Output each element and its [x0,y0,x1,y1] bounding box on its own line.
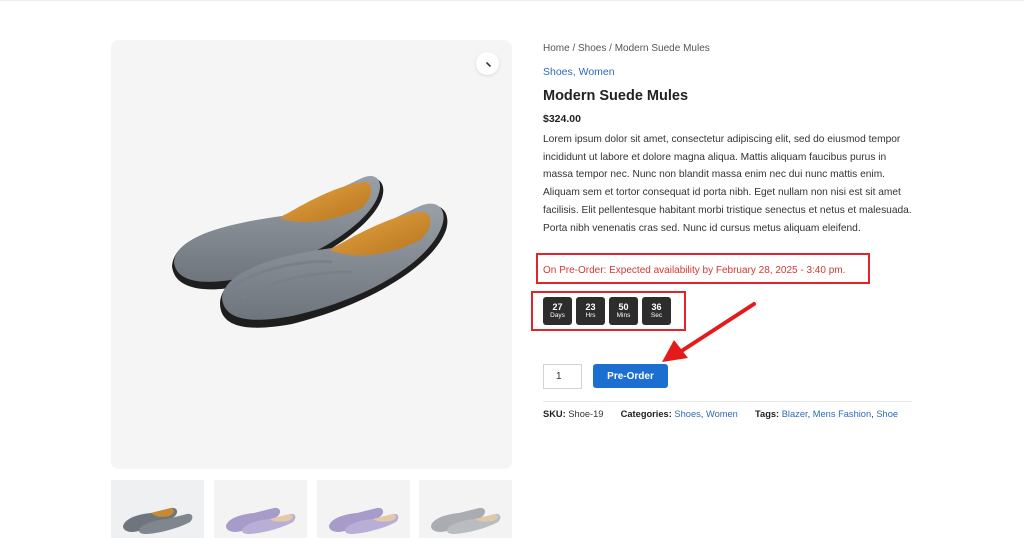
thumbnail-light-grey[interactable] [419,480,512,538]
thumbnail-strip [111,480,512,538]
thumb-shoe-lavender [226,507,296,534]
countdown-hours-label: Hrs [585,312,596,319]
meta-category-shoes[interactable]: Shoes [674,409,700,419]
breadcrumb[interactable]: Home / Shoes / Modern Suede Mules [543,43,710,54]
category-link-women[interactable]: Women [579,66,615,78]
product-title: Modern Suede Mules [543,88,689,104]
tag-mens-fashion[interactable]: Mens Fashion [813,409,871,419]
countdown-minutes-label: Mins [616,312,631,319]
countdown-hours-value: 23 [585,302,596,312]
meta-category-women[interactable]: Women [706,409,738,419]
quantity-input[interactable] [543,364,582,389]
product-description: Lorem ipsum dolor sit amet, consectetur … [543,134,912,234]
tag-shoe[interactable]: Shoe [876,409,898,419]
thumb-shoe-lavender-alt [329,507,399,534]
countdown-days-value: 27 [552,302,563,312]
sku-value: Shoe-19 [568,409,604,419]
preorder-availability-message: On Pre-Order: Expected availability by F… [543,265,846,276]
countdown-days: 27 Days [543,297,572,325]
product-meta: SKU: Shoe-19 Categories: Shoes, Women Ta… [543,409,899,419]
category-link-shoes[interactable]: Shoes [543,66,573,78]
product-image-shoes [172,176,448,328]
red-arrow-icon [662,302,756,362]
tag-blazer[interactable]: Blazer [782,409,808,419]
countdown-minutes-value: 50 [618,302,629,312]
sku-label: SKU: [543,409,566,419]
zoom-button[interactable] [476,52,499,75]
meta-divider [543,401,912,402]
magnifier-icon [485,61,491,67]
product-categories-top: Shoes, Women [543,66,615,78]
thumbnail-lavender-1[interactable] [214,480,307,538]
top-border [0,0,1024,1]
thumb-shoe-grey [123,507,193,534]
countdown-minutes: 50 Mins [609,297,638,325]
countdown-days-label: Days [550,312,565,319]
thumbnail-lavender-2[interactable] [317,480,410,538]
product-price: $324.00 [543,113,581,125]
preorder-button[interactable]: Pre-Order [593,364,668,388]
categories-label: Categories: [620,409,672,419]
countdown-hours: 23 Hrs [576,297,605,325]
thumbnail-grey[interactable] [111,480,204,538]
thumb-shoe-light-grey [431,507,501,534]
tags-label: Tags: [755,409,780,419]
